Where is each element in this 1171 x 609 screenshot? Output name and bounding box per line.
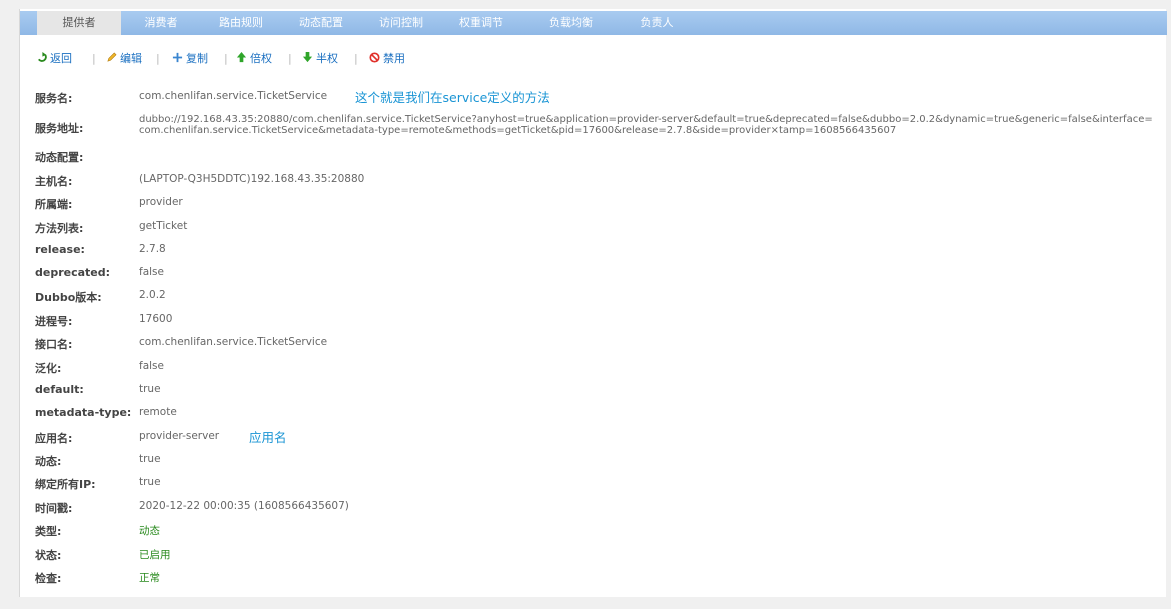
- tab-bar: 提供者 消费者 路由规则 动态配置 访问控制 权重调节 负载均衡 负责人: [20, 11, 1167, 35]
- field-label: 绑定所有IP:: [35, 478, 96, 491]
- field-label: 接口名:: [35, 338, 73, 351]
- pencil-icon: [107, 52, 117, 62]
- status-badge: 已启用: [139, 549, 171, 561]
- field-label: 时间戳:: [35, 502, 73, 515]
- field-label: 检查:: [35, 572, 62, 585]
- field-label: default:: [35, 383, 84, 396]
- tab-routing-rules[interactable]: 路由规则: [210, 11, 272, 35]
- field-label: 动态配置:: [35, 151, 84, 164]
- toolbar-separator: |: [288, 52, 292, 65]
- toolbar-separator: |: [156, 52, 160, 65]
- methods-value: getTicket: [139, 220, 188, 232]
- disable-button[interactable]: 禁用: [369, 51, 405, 67]
- side-value: provider: [139, 196, 183, 208]
- arrow-up-icon: [236, 52, 247, 63]
- dubbo-version-value: 2.0.2: [139, 289, 166, 301]
- field-label: 应用名:: [35, 432, 73, 445]
- service-name-value: com.chenlifan.service.TicketService: [139, 90, 328, 102]
- toolbar-separator: |: [224, 52, 228, 65]
- default-value: true: [139, 383, 161, 395]
- edit-label: 编辑: [120, 52, 142, 65]
- half-weight-button[interactable]: 半权: [302, 51, 338, 67]
- double-weight-label: 倍权: [250, 52, 272, 65]
- field-label: 服务名:: [35, 92, 73, 105]
- field-label: 方法列表:: [35, 222, 84, 235]
- back-arrow-icon: [38, 52, 47, 62]
- arrow-down-icon: [302, 52, 313, 63]
- field-label: 状态:: [35, 549, 62, 562]
- tab-owner[interactable]: 负责人: [632, 11, 682, 35]
- anyhost-value: true: [139, 476, 161, 488]
- application-value: provider-server: [139, 430, 220, 442]
- field-label: deprecated:: [35, 266, 111, 279]
- generic-value: false: [139, 360, 164, 372]
- half-weight-label: 半权: [316, 52, 338, 65]
- disable-label: 禁用: [383, 52, 405, 65]
- check-value: 正常: [139, 572, 160, 584]
- tab-providers[interactable]: 提供者: [37, 11, 121, 35]
- field-label: release:: [35, 243, 85, 256]
- service-address-value: dubbo://192.168.43.35:20880/com.chenlifa…: [139, 114, 1153, 136]
- field-label: 所属端:: [35, 198, 73, 211]
- tab-consumers[interactable]: 消费者: [130, 11, 192, 35]
- host-value: (LAPTOP-Q3H5DDTC)192.168.43.35:20880: [139, 173, 365, 185]
- tab-load-balance[interactable]: 负载均衡: [540, 11, 602, 35]
- field-label: 主机名:: [35, 175, 73, 188]
- field-label: 类型:: [35, 525, 62, 538]
- edit-button[interactable]: 编辑: [106, 51, 142, 67]
- field-label: 服务地址:: [35, 122, 84, 135]
- field-label: 泛化:: [35, 362, 62, 375]
- tab-weight-adjust[interactable]: 权重调节: [450, 11, 512, 35]
- application-annotation: 应用名: [249, 430, 287, 445]
- tab-access-control[interactable]: 访问控制: [370, 11, 432, 35]
- field-label: metadata-type:: [35, 406, 132, 419]
- field-label: Dubbo版本:: [35, 291, 102, 304]
- disable-icon: [369, 52, 380, 63]
- double-weight-button[interactable]: 倍权: [236, 51, 272, 67]
- service-annotation: 这个就是我们在service定义的方法: [355, 90, 550, 105]
- plus-icon: [172, 52, 183, 63]
- back-label: 返回: [50, 52, 72, 65]
- metadata-type-value: remote: [139, 406, 177, 418]
- timestamp-value: 2020-12-22 00:00:35 (1608566435607): [139, 500, 349, 512]
- field-label: 动态:: [35, 455, 62, 468]
- copy-label: 复制: [186, 52, 208, 65]
- toolbar-separator: |: [354, 52, 358, 65]
- provider-detail-panel: 提供者 消费者 路由规则 动态配置 访问控制 权重调节 负载均衡 负责人 返回 …: [19, 9, 1167, 597]
- dynamic-value: true: [139, 453, 161, 465]
- deprecated-value: false: [139, 266, 164, 278]
- back-button[interactable]: 返回: [36, 51, 72, 67]
- field-label: 进程号:: [35, 315, 73, 328]
- release-value: 2.7.8: [139, 243, 166, 255]
- pid-value: 17600: [139, 313, 173, 325]
- copy-button[interactable]: 复制: [172, 51, 208, 67]
- toolbar-separator: |: [92, 52, 96, 65]
- type-value: 动态: [139, 525, 160, 537]
- interface-value: com.chenlifan.service.TicketService: [139, 336, 328, 348]
- tab-dynamic-config[interactable]: 动态配置: [290, 11, 352, 35]
